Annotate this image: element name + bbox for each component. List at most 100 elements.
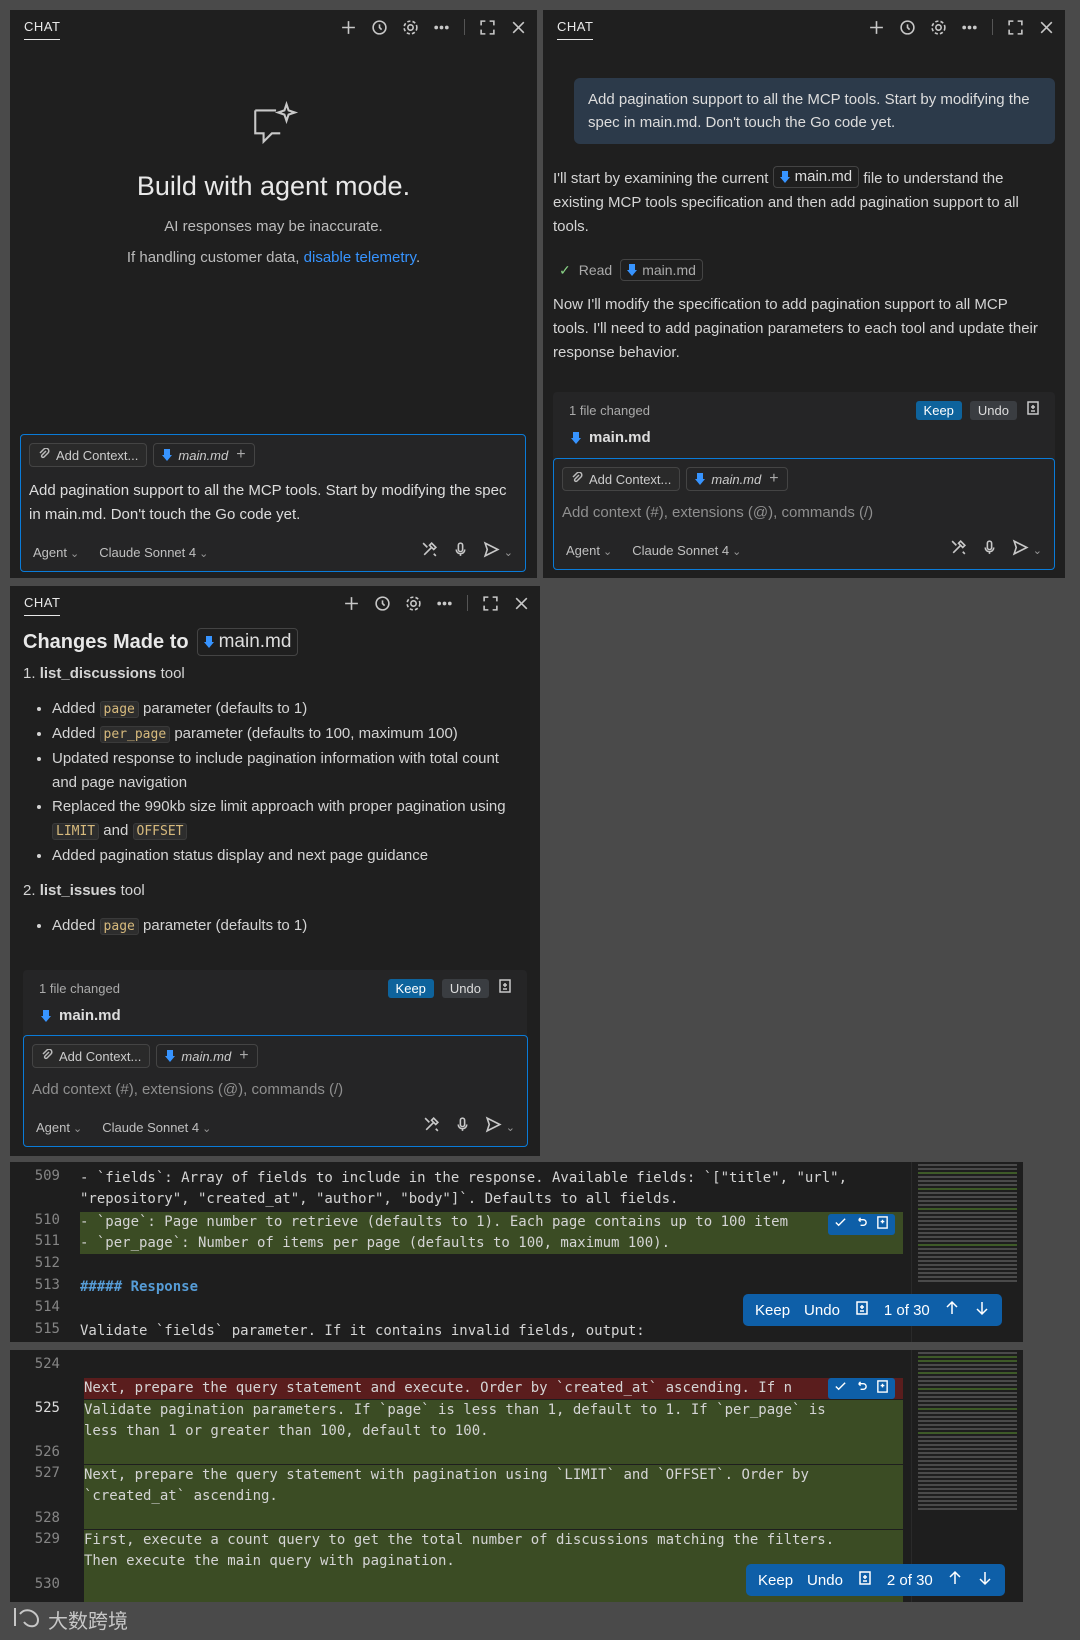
- more-icon[interactable]: [433, 19, 450, 36]
- send-icon[interactable]: [485, 1116, 502, 1138]
- chat-input-placeholder[interactable]: Add context (#), extensions (@), command…: [554, 491, 1054, 525]
- diff-navigation-bar: Keep Undo 2 of 30: [746, 1564, 1005, 1596]
- new-chat-icon[interactable]: [340, 19, 357, 36]
- sparkle-chat-icon: [249, 100, 299, 155]
- add-context-button[interactable]: Add Context...: [32, 1044, 151, 1068]
- context-file-chip[interactable]: main.md +: [153, 443, 255, 467]
- divider: [464, 19, 465, 35]
- file-reference-chip[interactable]: main.md: [620, 259, 703, 281]
- keep-button[interactable]: Keep: [915, 401, 962, 420]
- undo-button[interactable]: Undo: [969, 401, 1017, 420]
- gear-icon[interactable]: [402, 19, 419, 36]
- file-reference-chip[interactable]: main.md: [772, 166, 860, 188]
- section-2-list: Added page parameter (defaults to 1): [24, 914, 528, 939]
- chat-input-box[interactable]: Add Context... main.md + Add context (#)…: [553, 458, 1055, 570]
- history-icon[interactable]: [374, 595, 391, 612]
- add-context-button[interactable]: Add Context...: [562, 467, 681, 491]
- keep-button[interactable]: Keep: [758, 1572, 793, 1589]
- accept-hunk-icon[interactable]: [834, 1380, 847, 1397]
- more-icon[interactable]: [961, 19, 978, 36]
- arrow-up-icon[interactable]: [947, 1570, 963, 1590]
- view-hunk-icon[interactable]: [876, 1216, 889, 1233]
- send-options-chevron-icon[interactable]: ⌄: [1033, 544, 1042, 557]
- add-context-button[interactable]: Add Context...: [29, 443, 148, 467]
- send-options-chevron-icon[interactable]: ⌄: [504, 546, 513, 559]
- add-file-icon[interactable]: +: [239, 1047, 248, 1065]
- tab-chat[interactable]: CHAT: [24, 591, 61, 616]
- microphone-icon[interactable]: [454, 1116, 471, 1138]
- history-icon[interactable]: [899, 19, 916, 36]
- tools-icon[interactable]: [950, 539, 967, 561]
- chat-input-box[interactable]: Add Context... main.md + Add context (#)…: [23, 1035, 528, 1147]
- chat-input-placeholder[interactable]: Add context (#), extensions (@), command…: [24, 1068, 527, 1102]
- arrow-down-icon[interactable]: [977, 1570, 993, 1590]
- context-file-chip[interactable]: main.md +: [156, 1044, 258, 1068]
- revert-hunk-icon[interactable]: [855, 1216, 868, 1233]
- gear-icon[interactable]: [930, 19, 947, 36]
- model-dropdown[interactable]: Claude Sonnet 4: [99, 545, 208, 560]
- paperclip-icon: [571, 470, 583, 487]
- revert-hunk-icon[interactable]: [855, 1380, 868, 1397]
- model-dropdown[interactable]: Claude Sonnet 4: [632, 543, 741, 558]
- microphone-icon[interactable]: [452, 541, 469, 563]
- context-file-chip[interactable]: main.md +: [686, 467, 788, 491]
- file-reference-chip[interactable]: main.md: [196, 628, 299, 656]
- send-options-chevron-icon[interactable]: ⌄: [506, 1121, 515, 1134]
- undo-button[interactable]: Undo: [441, 979, 489, 998]
- maximize-icon[interactable]: [479, 19, 496, 36]
- tab-chat[interactable]: CHAT: [24, 15, 61, 40]
- add-file-icon[interactable]: +: [769, 470, 778, 488]
- maximize-icon[interactable]: [482, 595, 499, 612]
- view-diff-icon[interactable]: [857, 1570, 873, 1590]
- view-diff-icon[interactable]: [1025, 400, 1041, 421]
- chat-titlebar: CHAT: [543, 10, 1065, 44]
- changed-file-row[interactable]: main.md: [553, 421, 1055, 454]
- inline-code: OFFSET: [132, 823, 188, 840]
- view-hunk-icon[interactable]: [876, 1380, 889, 1397]
- gear-icon[interactable]: [405, 595, 422, 612]
- tools-icon[interactable]: [421, 541, 438, 563]
- line-number: 513: [34, 1277, 60, 1293]
- close-icon[interactable]: [513, 595, 530, 612]
- arrow-down-icon[interactable]: [974, 1300, 990, 1320]
- mode-dropdown[interactable]: Agent: [566, 543, 612, 558]
- mode-dropdown[interactable]: Agent: [33, 545, 79, 560]
- close-icon[interactable]: [510, 19, 527, 36]
- chat-input-box[interactable]: Add Context... main.md + Add pagination …: [20, 434, 526, 572]
- add-file-icon[interactable]: +: [236, 446, 245, 464]
- new-chat-icon[interactable]: [868, 19, 885, 36]
- keep-button[interactable]: Keep: [755, 1302, 790, 1319]
- inline-code: per_page: [99, 726, 171, 743]
- send-icon[interactable]: [483, 541, 500, 563]
- changed-file-row[interactable]: main.md: [23, 999, 527, 1032]
- tab-chat[interactable]: CHAT: [557, 15, 594, 40]
- maximize-icon[interactable]: [1007, 19, 1024, 36]
- disable-telemetry-link[interactable]: disable telemetry: [304, 249, 416, 266]
- line-number: 514: [34, 1299, 60, 1315]
- view-diff-icon[interactable]: [854, 1300, 870, 1320]
- new-chat-icon[interactable]: [343, 595, 360, 612]
- send-icon[interactable]: [1012, 539, 1029, 561]
- undo-button[interactable]: Undo: [807, 1572, 843, 1589]
- undo-button[interactable]: Undo: [804, 1302, 840, 1319]
- chat-input-text[interactable]: Add pagination support to all the MCP to…: [21, 467, 525, 527]
- arrow-up-icon[interactable]: [944, 1300, 960, 1320]
- code-line: - `fields`: Array of fields to include i…: [80, 1170, 848, 1186]
- more-icon[interactable]: [436, 595, 453, 612]
- changes-heading-text: Changes Made to: [23, 630, 189, 653]
- editor-diff-2[interactable]: 524 Next, prepare the query statement an…: [10, 1350, 1023, 1602]
- microphone-icon[interactable]: [981, 539, 998, 561]
- telemetry-suffix: .: [415, 249, 421, 266]
- tools-icon[interactable]: [423, 1116, 440, 1138]
- close-icon[interactable]: [1038, 19, 1055, 36]
- editor-diff-1[interactable]: 509 - `fields`: Array of fields to inclu…: [10, 1162, 1023, 1342]
- history-icon[interactable]: [371, 19, 388, 36]
- model-dropdown[interactable]: Claude Sonnet 4: [102, 1120, 211, 1135]
- hunk-actions: [828, 1378, 895, 1399]
- view-diff-icon[interactable]: [497, 978, 513, 999]
- accept-hunk-icon[interactable]: [834, 1216, 847, 1233]
- line-number: 512: [34, 1255, 60, 1271]
- add-context-label: Add Context...: [589, 471, 672, 487]
- mode-dropdown[interactable]: Agent: [36, 1120, 82, 1135]
- keep-button[interactable]: Keep: [387, 979, 434, 998]
